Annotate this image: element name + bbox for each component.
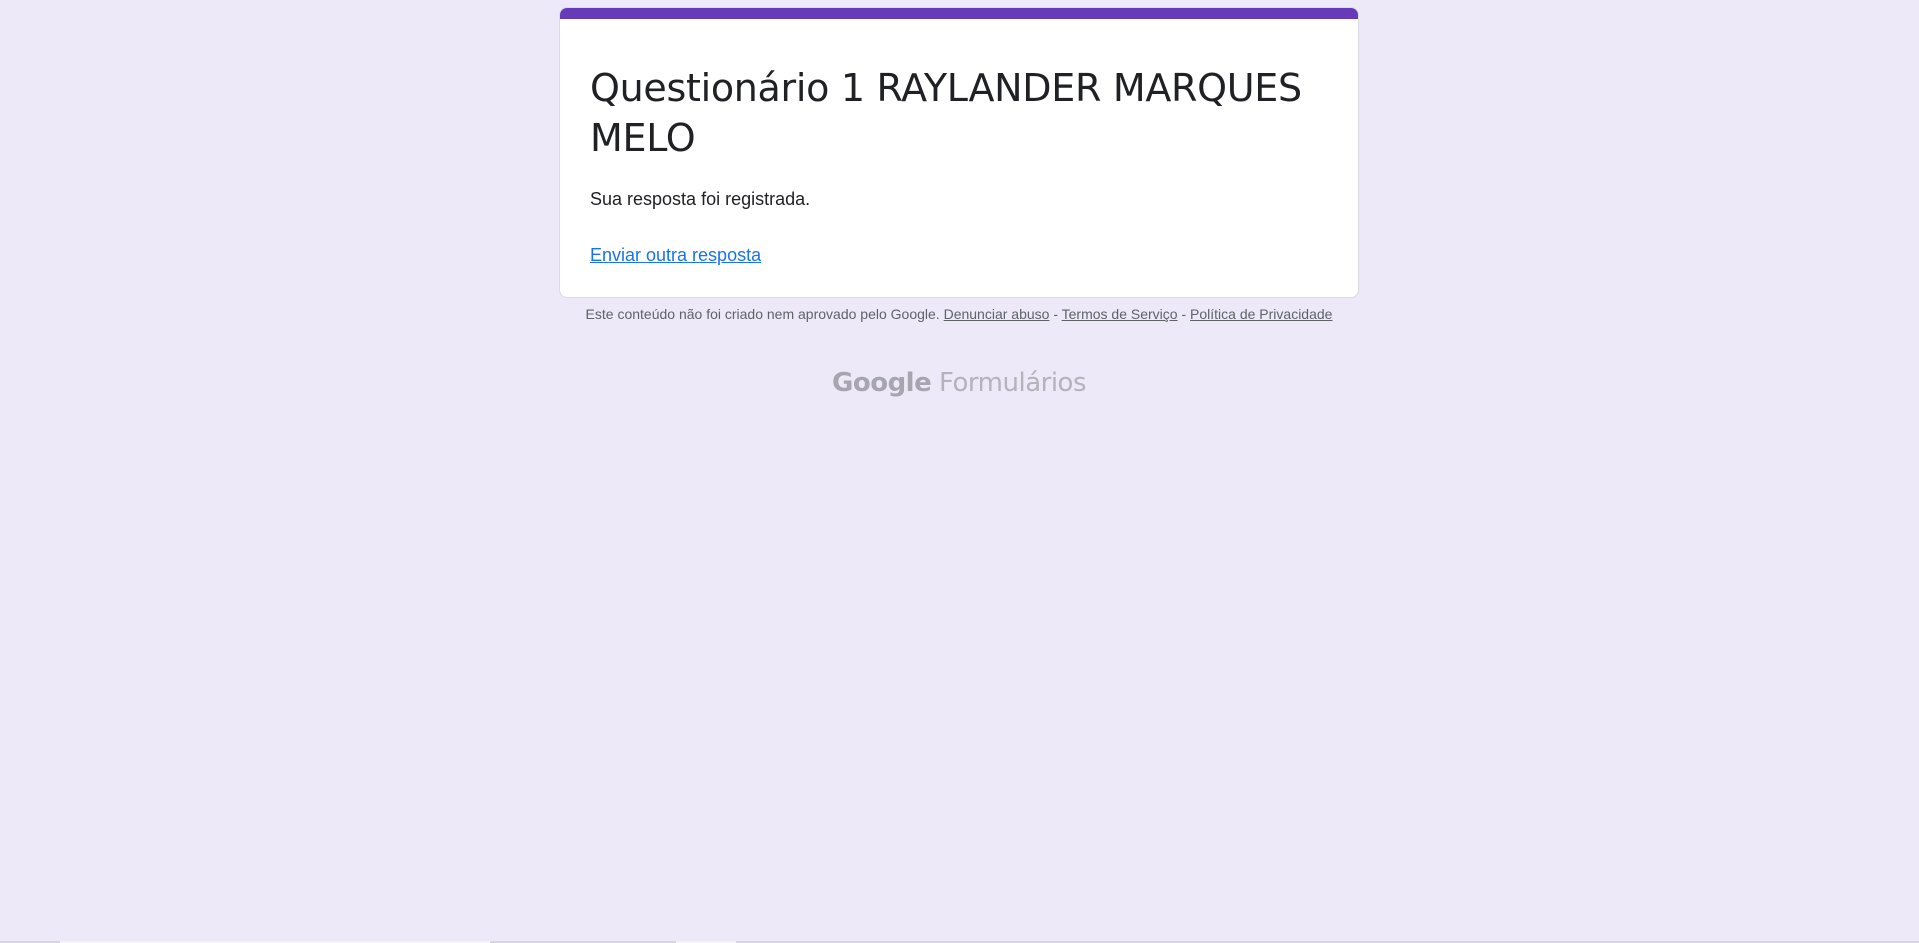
footer-separator: - <box>1177 306 1191 322</box>
form-card: Questionário 1 RAYLANDER MARQUES MELO Su… <box>559 7 1359 298</box>
footer-disclaimer: Este conteúdo não foi criado nem aprovad… <box>585 306 940 322</box>
report-abuse-link[interactable]: Denunciar abuso <box>944 306 1050 322</box>
footer: Este conteúdo não foi criado nem aprovad… <box>559 305 1359 323</box>
form-title: Questionário 1 RAYLANDER MARQUES MELO <box>590 66 1302 160</box>
submit-another-response-link[interactable]: Enviar outra resposta <box>590 243 761 267</box>
brand-product-name: Formulários <box>939 368 1087 398</box>
footer-separator: - <box>1049 306 1062 322</box>
confirmation-message: Sua resposta foi registrada. <box>590 189 811 209</box>
card-body: Questionário 1 RAYLANDER MARQUES MELO Su… <box>560 19 1358 297</box>
page: Questionário 1 RAYLANDER MARQUES MELO Su… <box>0 0 1919 943</box>
terms-of-service-link[interactable]: Termos de Serviço <box>1062 306 1178 322</box>
card-accent-bar <box>560 8 1358 19</box>
privacy-policy-link[interactable]: Política de Privacidade <box>1190 306 1332 322</box>
google-forms-logo[interactable]: Google Formulários <box>559 366 1359 400</box>
brand-google-wordmark: Google <box>832 368 932 398</box>
